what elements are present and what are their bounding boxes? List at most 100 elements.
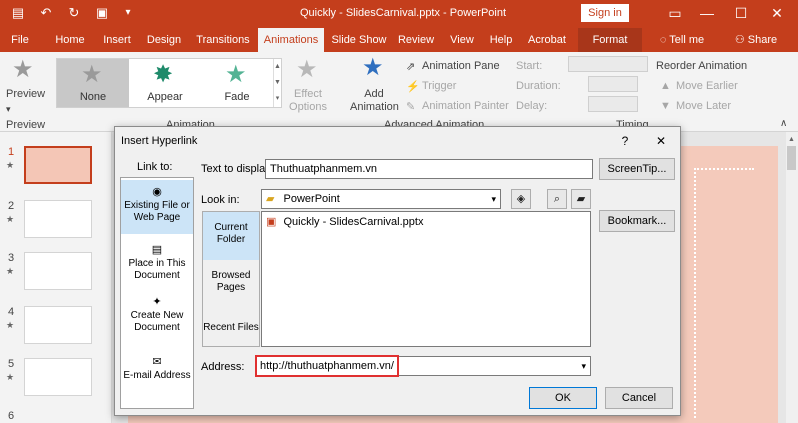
start-dropdown[interactable]: [568, 56, 648, 72]
title-bar: ▤ ↶ ↻ ▣ ▾ Quickly - SlidesCarnival.pptx …: [0, 0, 798, 28]
link-existing-file[interactable]: ◉ Existing File or Web Page: [121, 180, 193, 234]
reorder-animation-label: Reorder Animation: [656, 60, 748, 72]
animation-appear[interactable]: ✸ Appear: [129, 59, 201, 107]
scroll-thumb[interactable]: [787, 146, 796, 170]
slide-animation-star-icon: ★: [6, 214, 15, 224]
save-icon[interactable]: ▤: [8, 4, 28, 22]
move-later-icon: ▼: [660, 100, 671, 112]
address-dropdown-icon[interactable]: ▾: [581, 357, 586, 375]
tab-slide-show[interactable]: Slide Show: [330, 28, 388, 52]
slide-thumbnail[interactable]: [24, 358, 92, 396]
search-web-icon[interactable]: ⌕: [547, 189, 567, 209]
pptx-file-icon: ▣: [266, 216, 277, 228]
scroll-up-icon[interactable]: ▲: [788, 136, 795, 143]
duration-spinner[interactable]: [588, 76, 638, 92]
add-animation-button[interactable]: Add Animation: [350, 88, 399, 114]
file-item[interactable]: ▣ Quickly - SlidesCarnival.pptx: [266, 215, 423, 228]
help-button[interactable]: ?: [615, 131, 635, 151]
browse-nav-panel: Current Folder Browsed Pages Recent File…: [202, 211, 260, 347]
lightbulb-icon: ◌: [659, 34, 667, 46]
tab-review[interactable]: Review: [396, 28, 436, 52]
person-icon: ⚇: [734, 34, 745, 46]
browse-file-icon[interactable]: ▰: [571, 189, 591, 209]
tab-help[interactable]: Help: [486, 28, 516, 52]
animation-none[interactable]: ★ None: [57, 59, 129, 107]
tab-file[interactable]: File: [6, 28, 34, 52]
slide-number: 4: [8, 306, 15, 318]
tab-insert[interactable]: Insert: [98, 28, 136, 52]
preview-dropdown-icon[interactable]: ▾: [6, 104, 11, 115]
collapse-ribbon-icon[interactable]: ∧: [780, 118, 787, 129]
tell-me-search[interactable]: ◌ Tell me: [650, 28, 714, 52]
start-from-beginning-icon[interactable]: ▣: [92, 4, 112, 22]
delay-spinner[interactable]: [588, 96, 638, 112]
animation-pane-icon: ⇗: [406, 61, 416, 73]
move-later-button[interactable]: Move Later: [676, 100, 731, 112]
slide-thumbnail[interactable]: [24, 306, 92, 344]
tab-design[interactable]: Design: [142, 28, 186, 52]
animation-fade[interactable]: ★ Fade: [201, 59, 273, 107]
link-place-in-document[interactable]: ▤ Place in This Document: [121, 240, 193, 290]
close-dialog-button[interactable]: ✕: [651, 131, 671, 151]
slide-number: 1: [8, 146, 15, 158]
move-earlier-button[interactable]: Move Earlier: [676, 80, 738, 92]
file-list[interactable]: ▣ Quickly - SlidesCarnival.pptx: [261, 211, 591, 347]
email-icon: ✉: [152, 356, 162, 368]
tab-transitions[interactable]: Transitions: [192, 28, 254, 52]
slide-decoration: [694, 168, 754, 418]
gallery-scroll[interactable]: ▲ ▼ ▾: [273, 59, 281, 107]
vertical-scrollbar[interactable]: ▲: [786, 132, 798, 423]
animation-gallery: ★ None ✸ Appear ★ Fade ▲ ▼ ▾: [56, 58, 282, 108]
text-to-display-input[interactable]: Thuthuatphanmem.vn: [265, 159, 593, 179]
animation-painter-button[interactable]: Animation Painter: [422, 100, 509, 112]
nav-current-folder[interactable]: Current Folder: [203, 212, 259, 260]
ribbon: ★ Preview ▾ Preview ★ None ✸ Appear ★ Fa…: [0, 52, 798, 132]
preview-star-icon[interactable]: ★: [12, 58, 34, 82]
tab-animations[interactable]: Animations: [258, 28, 324, 52]
slide-thumbnail[interactable]: [24, 146, 92, 184]
animation-painter-icon: ✎: [406, 101, 416, 113]
ribbon-display-icon[interactable]: ▭: [660, 2, 690, 24]
animation-none-label: None: [79, 91, 107, 103]
add-animation-icon: ★: [362, 54, 384, 81]
tab-acrobat[interactable]: Acrobat: [526, 28, 568, 52]
cancel-button[interactable]: Cancel: [605, 387, 673, 409]
slide-thumbnail-pane: 1 ★ 2 ★ 3 ★ 4 ★ 5 ★ 6: [0, 132, 112, 423]
slide-thumbnail[interactable]: [24, 252, 92, 290]
look-in-dropdown[interactable]: ▰ PowerPoint ▾: [261, 189, 501, 209]
slide-animation-star-icon: ★: [6, 266, 15, 276]
none-star-icon: ★: [81, 61, 103, 88]
effect-options-button[interactable]: Effect Options: [288, 88, 328, 114]
link-create-new[interactable]: ✦ Create New Document: [121, 292, 193, 342]
tell-me-label: Tell me: [669, 34, 705, 46]
minimize-icon[interactable]: —: [692, 2, 722, 24]
customize-qat-icon[interactable]: ▾: [118, 4, 138, 22]
document-icon: ▤: [151, 244, 163, 256]
slide-number: 2: [8, 200, 15, 212]
share-button[interactable]: ⚇ Share: [732, 28, 780, 52]
ok-button[interactable]: OK: [529, 387, 597, 409]
preview-button[interactable]: Preview: [6, 88, 45, 100]
insert-hyperlink-dialog: Insert Hyperlink ? ✕ Link to: ◉ Existing…: [114, 126, 681, 416]
new-document-icon: ✦: [152, 296, 162, 308]
nav-browsed-pages[interactable]: Browsed Pages: [203, 266, 259, 302]
nav-recent-files[interactable]: Recent Files: [203, 322, 259, 342]
maximize-icon[interactable]: ☐: [726, 2, 756, 24]
animation-pane-button[interactable]: Animation Pane: [422, 60, 500, 72]
slide-thumbnail[interactable]: [24, 200, 92, 238]
redo-icon[interactable]: ↻: [64, 4, 84, 22]
undo-icon[interactable]: ↶: [36, 4, 56, 22]
sign-in-button[interactable]: Sign in: [581, 4, 629, 22]
window-title: Quickly - SlidesCarnival.pptx - PowerPoi…: [300, 7, 507, 19]
effect-options-icon: ★: [296, 56, 318, 83]
browse-web-icon[interactable]: ◈: [511, 189, 531, 209]
bookmark-button[interactable]: Bookmark...: [599, 210, 675, 232]
trigger-button[interactable]: Trigger: [422, 80, 456, 92]
tab-home[interactable]: Home: [50, 28, 90, 52]
screentip-button[interactable]: ScreenTip...: [599, 158, 675, 180]
close-window-icon[interactable]: ✕: [762, 2, 792, 24]
tab-view[interactable]: View: [446, 28, 478, 52]
move-earlier-icon: ▲: [660, 80, 671, 92]
link-email[interactable]: ✉ E-mail Address: [121, 352, 193, 392]
tab-format[interactable]: Format: [578, 28, 642, 52]
